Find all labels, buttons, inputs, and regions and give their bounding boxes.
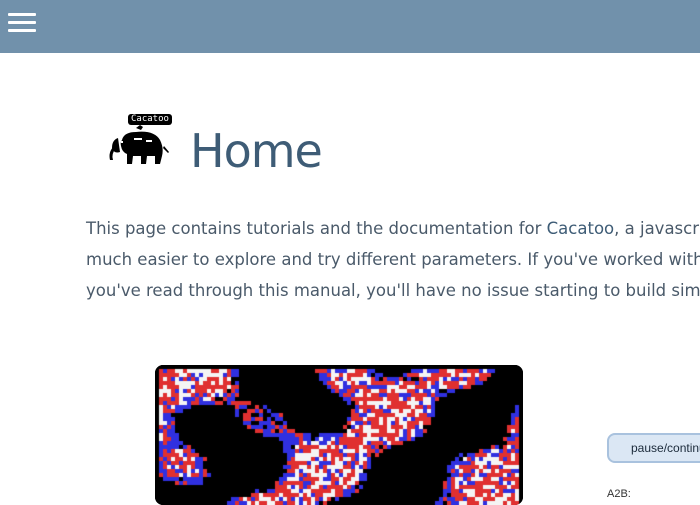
intro-line-3: you've read through this manual, you'll …: [86, 281, 700, 300]
intro-line-2: much easier to explore and try different…: [86, 250, 700, 269]
simulation-canvas-frame: [155, 365, 523, 505]
cacatoo-link[interactable]: Cacatoo: [547, 219, 614, 238]
intro-paragraph: This page contains tutorials and the doc…: [86, 213, 700, 306]
elephant-logo-icon: [109, 125, 169, 164]
intro-text: This page contains tutorials and the doc…: [86, 219, 547, 238]
menu-line: [8, 21, 36, 24]
page-title: Home: [190, 124, 323, 178]
hamburger-menu-icon[interactable]: [8, 12, 36, 34]
a2b-parameter-label: A2B:: [607, 488, 631, 500]
intro-line-1: This page contains tutorials and the doc…: [86, 213, 700, 244]
simulation-canvas[interactable]: [155, 365, 523, 505]
menu-line: [8, 13, 36, 16]
pause-continue-button[interactable]: pause/continu: [607, 433, 700, 463]
top-navigation-bar: [0, 0, 700, 53]
cacatoo-logo: Cacatoo: [108, 114, 178, 172]
menu-line: [8, 29, 36, 32]
intro-text: , a javascri: [614, 219, 700, 238]
